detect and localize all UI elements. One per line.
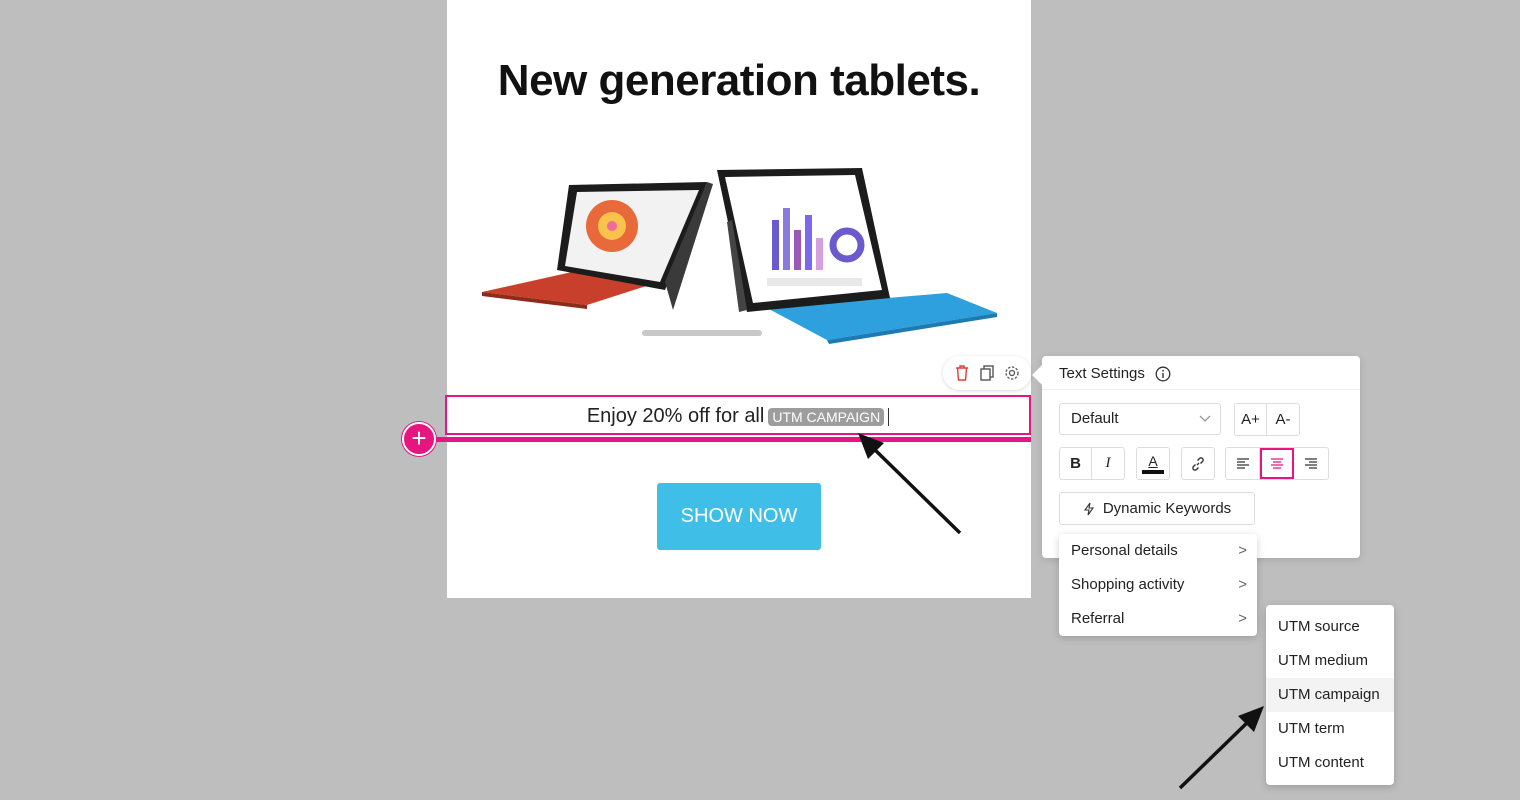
dynamic-keywords-label: Dynamic Keywords <box>1102 500 1232 517</box>
align-right-button[interactable] <box>1294 448 1328 479</box>
link-button[interactable] <box>1182 448 1214 479</box>
utm-submenu: UTM source UTM medium UTM campaign UTM t… <box>1266 605 1394 785</box>
italic-button[interactable]: I <box>1092 448 1124 479</box>
align-right-icon <box>1303 457 1319 471</box>
font-select[interactable]: Default <box>1059 403 1221 435</box>
panel-title: Text Settings <box>1059 365 1171 382</box>
align-center-button[interactable] <box>1260 448 1294 479</box>
add-block-button[interactable]: + <box>402 422 436 456</box>
panel-title-text: Text Settings <box>1059 365 1145 382</box>
menu-item-referral[interactable]: Referral > <box>1059 602 1257 636</box>
color-group: A <box>1136 447 1170 480</box>
menu-item-utm-medium[interactable]: UTM medium <box>1266 644 1394 678</box>
chevron-down-icon <box>1199 405 1211 444</box>
link-group <box>1181 447 1215 480</box>
align-center-icon <box>1269 457 1285 471</box>
menu-item-label: Referral <box>1071 610 1125 627</box>
text-settings-panel: Text Settings Default A+ A- B I A Dynami… <box>1042 356 1360 558</box>
bold-button[interactable]: B <box>1060 448 1092 479</box>
keyword-tag[interactable]: UTM CAMPAIGN <box>768 407 885 426</box>
menu-item-shopping-activity[interactable]: Shopping activity > <box>1059 568 1257 602</box>
annotation-arrow-menu <box>1178 706 1264 790</box>
menu-item-personal-details[interactable]: Personal details > <box>1059 534 1257 568</box>
headline-text[interactable]: New generation tablets. <box>447 56 1031 106</box>
format-group: B I <box>1059 447 1125 480</box>
text-caret <box>888 407 890 426</box>
link-icon <box>1190 456 1206 472</box>
body-text[interactable]: Enjoy 20% off for all <box>587 405 765 427</box>
menu-item-label: Shopping activity <box>1071 576 1185 593</box>
info-icon[interactable] <box>1155 366 1171 382</box>
menu-item-utm-content[interactable]: UTM content <box>1266 746 1394 780</box>
trash-icon[interactable] <box>953 364 971 382</box>
color-swatch <box>1142 469 1164 474</box>
text-color-button[interactable]: A <box>1137 448 1169 479</box>
align-left-icon <box>1235 457 1251 471</box>
text-color-letter: A <box>1148 452 1158 469</box>
font-select-value: Default <box>1071 410 1119 427</box>
align-left-button[interactable] <box>1226 448 1260 479</box>
menu-item-label: Personal details <box>1071 542 1178 559</box>
block-toolbar <box>943 356 1031 390</box>
font-size-group: A+ A- <box>1234 403 1300 436</box>
menu-item-utm-source[interactable]: UTM source <box>1266 610 1394 644</box>
font-size-down-button[interactable]: A- <box>1267 404 1299 435</box>
chevron-right-icon: > <box>1238 610 1247 627</box>
keyword-category-menu: Personal details > Shopping activity > R… <box>1059 534 1257 636</box>
panel-divider <box>1042 389 1360 390</box>
chevron-right-icon: > <box>1238 542 1247 559</box>
duplicate-icon[interactable] <box>978 364 996 382</box>
font-size-up-button[interactable]: A+ <box>1235 404 1267 435</box>
menu-item-utm-campaign[interactable]: UTM campaign <box>1266 678 1394 712</box>
annotation-arrow-tag <box>858 433 962 535</box>
gear-icon[interactable] <box>1003 364 1021 382</box>
dynamic-keywords-button[interactable]: Dynamic Keywords <box>1059 492 1255 525</box>
tablets-image <box>482 168 997 344</box>
chevron-right-icon: > <box>1238 576 1247 593</box>
cta-button[interactable]: SHOW NOW <box>657 483 821 550</box>
menu-item-utm-term[interactable]: UTM term <box>1266 712 1394 746</box>
align-group <box>1225 447 1329 480</box>
lightning-icon <box>1083 502 1095 516</box>
